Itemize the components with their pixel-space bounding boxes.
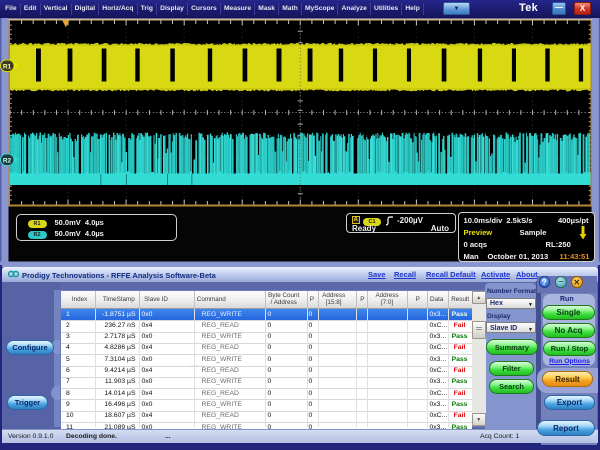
svg-text:R1: R1	[3, 64, 12, 71]
svg-text:R2: R2	[3, 158, 12, 165]
